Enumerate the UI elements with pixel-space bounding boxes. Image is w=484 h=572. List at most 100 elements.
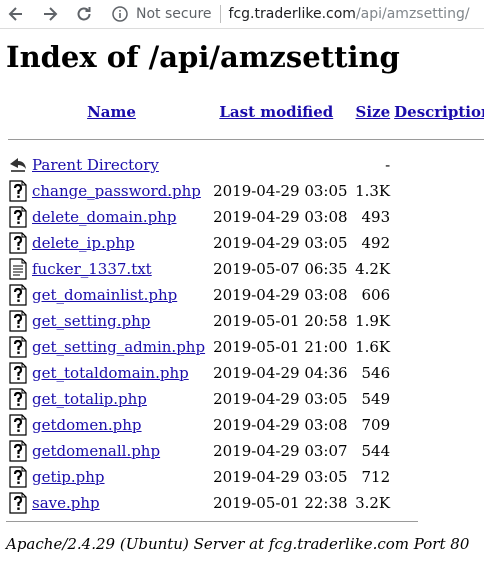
unknown-file-icon[interactable] — [8, 466, 28, 488]
unknown-file-icon[interactable] — [8, 206, 28, 228]
footer-divider — [6, 521, 418, 522]
back-folder-icon[interactable] — [8, 155, 28, 175]
back-arrow-icon[interactable] — [6, 4, 26, 24]
unknown-file-icon[interactable] — [8, 284, 28, 306]
file-description — [392, 282, 484, 308]
file-row: getdomen.php 2019-04-29 03:08 709 — [6, 412, 484, 438]
file-description — [392, 230, 484, 256]
file-row: save.php 2019-05-01 22:38 3.2K — [6, 490, 484, 516]
file-link[interactable]: getip.php — [32, 468, 105, 486]
file-description — [392, 412, 484, 438]
file-link[interactable]: save.php — [32, 494, 100, 512]
file-link[interactable]: get_totaldomain.php — [32, 364, 189, 382]
file-link[interactable]: get_setting.php — [32, 312, 150, 330]
file-modified: 2019-05-07 06:35 — [213, 260, 348, 278]
file-link[interactable]: getdomen.php — [32, 416, 142, 434]
file-modified: 2019-04-29 03:07 — [213, 442, 348, 460]
page-title: Index of /api/amzsetting — [6, 40, 400, 74]
file-link[interactable]: delete_ip.php — [32, 234, 135, 252]
file-size: 3.2K — [355, 494, 391, 512]
file-size: 1.9K — [355, 312, 391, 330]
file-description — [392, 438, 484, 464]
browser-toolbar: Not secure fcg.traderlike.com/api/amzset… — [0, 0, 484, 29]
file-row: getip.php 2019-04-29 03:05 712 — [6, 464, 484, 490]
file-description — [392, 256, 484, 282]
file-description — [392, 178, 484, 204]
unknown-file-icon[interactable] — [8, 492, 28, 514]
file-modified: 2019-04-29 03:08 — [213, 416, 348, 434]
parent-directory-link[interactable]: Parent Directory — [32, 156, 159, 174]
sort-by-size-link[interactable]: Size — [356, 103, 391, 121]
file-row: get_setting.php 2019-05-01 20:58 1.9K — [6, 308, 484, 334]
url-path[interactable]: /api/amzsetting/ — [356, 6, 470, 22]
address-bar[interactable]: Not secure fcg.traderlike.com/api/amzset… — [112, 4, 470, 24]
unknown-file-icon[interactable] — [8, 440, 28, 462]
file-link[interactable]: get_totalip.php — [32, 390, 147, 408]
file-link[interactable]: get_domainlist.php — [32, 286, 177, 304]
file-size: 544 — [361, 442, 391, 460]
text-file-icon[interactable] — [8, 258, 28, 280]
file-row: change_password.php 2019-04-29 03:05 1.3K — [6, 178, 484, 204]
file-description — [392, 386, 484, 412]
server-signature: Apache/2.4.29 (Ubuntu) Server at fcg.tra… — [6, 535, 470, 553]
unknown-file-icon[interactable] — [8, 310, 28, 332]
header-name: Name — [30, 98, 207, 126]
parent-size: - — [385, 156, 391, 174]
info-icon[interactable] — [112, 6, 128, 22]
url-host[interactable]: fcg.traderlike.com — [229, 6, 356, 22]
file-size: 546 — [361, 364, 391, 382]
file-modified: 2019-04-29 03:08 — [213, 286, 348, 304]
directory-listing: Name Last modified Size Description Pare… — [6, 98, 484, 516]
file-row: getdomenall.php 2019-04-29 03:07 544 — [6, 438, 484, 464]
file-link[interactable]: fucker_1337.txt — [32, 260, 152, 278]
file-modified: 2019-05-01 20:58 — [213, 312, 348, 330]
file-size: 606 — [361, 286, 391, 304]
unknown-file-icon[interactable] — [8, 336, 28, 358]
security-status[interactable]: Not secure — [136, 6, 212, 22]
file-rows: change_password.php 2019-04-29 03:05 1.3K d… — [6, 178, 484, 516]
file-modified: 2019-04-29 03:05 — [213, 182, 348, 200]
header-icon-cell — [6, 98, 30, 126]
file-size: 709 — [361, 416, 391, 434]
file-description — [392, 490, 484, 516]
file-description — [392, 334, 484, 360]
file-description — [392, 204, 484, 230]
unknown-file-icon[interactable] — [8, 232, 28, 254]
sort-by-modified-link[interactable]: Last modified — [219, 103, 333, 121]
file-modified: 2019-05-01 21:00 — [213, 338, 348, 356]
file-description — [392, 360, 484, 386]
file-size: 1.3K — [355, 182, 391, 200]
header-size: Size — [350, 98, 393, 126]
file-row: get_domainlist.php 2019-04-29 03:08 606 — [6, 282, 484, 308]
file-modified: 2019-05-01 22:38 — [213, 494, 348, 512]
file-row: get_setting_admin.php 2019-05-01 21:00 1.6… — [6, 334, 484, 360]
header-modified: Last modified — [207, 98, 349, 126]
file-description — [392, 308, 484, 334]
unknown-file-icon[interactable] — [8, 388, 28, 410]
sort-by-description-link[interactable]: Description — [394, 103, 484, 121]
unknown-file-icon[interactable] — [8, 362, 28, 384]
forward-arrow-icon[interactable] — [40, 4, 60, 24]
file-size: 492 — [361, 234, 391, 252]
file-size: 712 — [361, 468, 391, 486]
unknown-file-icon[interactable] — [8, 414, 28, 436]
file-row: delete_ip.php 2019-04-29 03:05 492 — [6, 230, 484, 256]
reload-icon[interactable] — [74, 4, 94, 24]
file-size: 1.6K — [355, 338, 391, 356]
file-link[interactable]: delete_domain.php — [32, 208, 176, 226]
file-link[interactable]: change_password.php — [32, 182, 201, 200]
file-modified: 2019-04-29 03:05 — [213, 468, 348, 486]
unknown-file-icon[interactable] — [8, 180, 28, 202]
file-row: get_totaldomain.php 2019-04-29 04:36 546 — [6, 360, 484, 386]
file-row: fucker_1337.txt 2019-05-07 06:35 4.2K — [6, 256, 484, 282]
address-divider — [219, 5, 221, 23]
file-modified: 2019-04-29 03:05 — [213, 234, 348, 252]
file-modified: 2019-04-29 04:36 — [213, 364, 348, 382]
file-row: get_totalip.php 2019-04-29 03:05 549 — [6, 386, 484, 412]
sort-by-name-link[interactable]: Name — [87, 103, 136, 121]
file-size: 493 — [361, 208, 391, 226]
file-modified: 2019-04-29 03:05 — [213, 390, 348, 408]
file-link[interactable]: getdomenall.php — [32, 442, 160, 460]
file-link[interactable]: get_setting_admin.php — [32, 338, 205, 356]
file-row: delete_domain.php 2019-04-29 03:08 493 — [6, 204, 484, 230]
